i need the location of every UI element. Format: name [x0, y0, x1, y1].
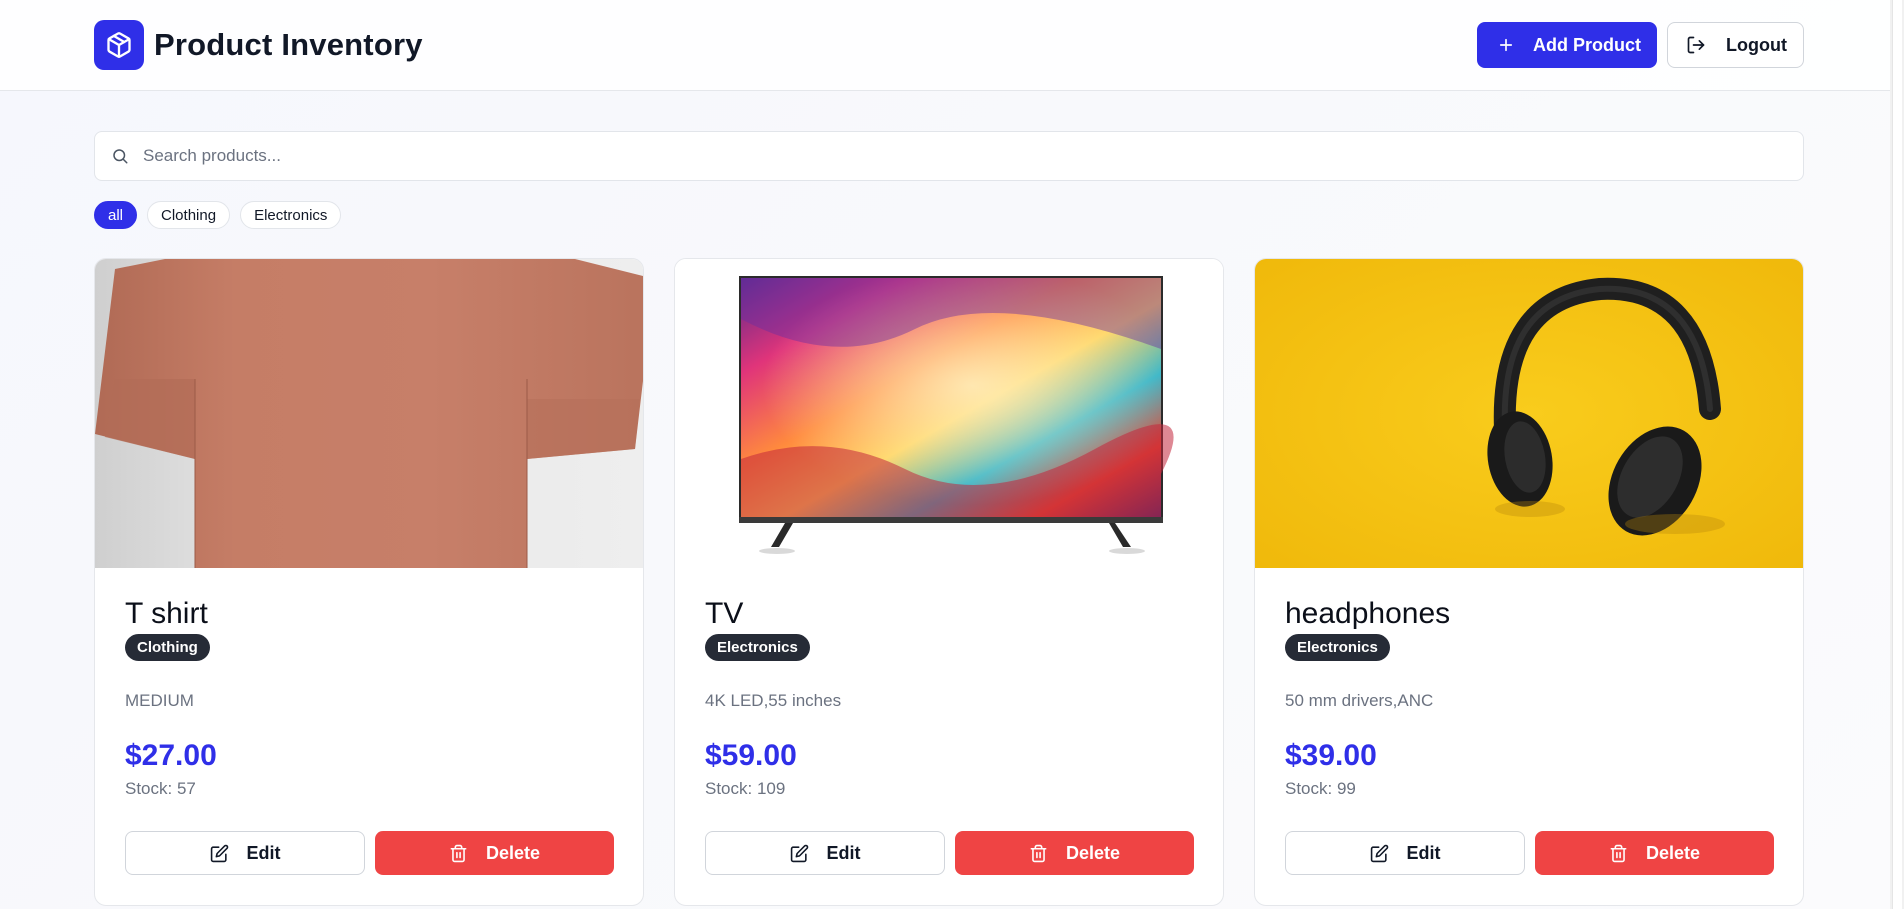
delete-label: Delete — [485, 842, 541, 863]
product-stock: Stock: 99 — [1285, 779, 1356, 798]
product-price: $39.00 — [1285, 739, 1377, 772]
header-actions: Add Product Logout — [1477, 22, 1804, 68]
product-description: MEDIUM — [125, 691, 194, 710]
vertical-scrollbar[interactable] — [1890, 0, 1904, 909]
logout-label: Logout — [1726, 34, 1787, 55]
edit-label: Edit — [246, 842, 281, 863]
edit-icon — [790, 844, 809, 863]
page: Product Inventory Add Product Logout Sea… — [0, 0, 1904, 909]
filter-chip-all[interactable]: all — [94, 201, 138, 229]
card-body: TV Electronics 4K LED,55 inches $59.00 S… — [675, 568, 1223, 799]
trash-icon — [1609, 844, 1628, 863]
product-card: TV Electronics 4K LED,55 inches $59.00 S… — [674, 258, 1224, 906]
scrollbar-thumb[interactable] — [1892, 0, 1902, 909]
product-card: headphones Electronics 50 mm drivers,ANC… — [1254, 258, 1804, 906]
plus-icon — [1497, 36, 1515, 54]
product-image — [1255, 259, 1803, 568]
product-name: TV — [705, 597, 744, 630]
logout-button[interactable]: Logout — [1667, 22, 1804, 68]
card-body: headphones Electronics 50 mm drivers,ANC… — [1255, 568, 1803, 799]
trash-icon — [1029, 844, 1048, 863]
package-icon — [94, 20, 144, 70]
product-name: headphones — [1285, 597, 1451, 630]
delete-button[interactable]: Delete — [375, 831, 614, 875]
filter-chip-clothing[interactable]: Clothing — [147, 201, 231, 229]
edit-button[interactable]: Edit — [1285, 831, 1525, 875]
product-name: T shirt — [125, 597, 208, 630]
card-body: T shirt Clothing MEDIUM $27.00 Stock: 57 — [95, 568, 643, 799]
product-image — [675, 259, 1223, 568]
app-header: Product Inventory Add Product Logout — [0, 0, 1904, 91]
product-description: 4K LED,55 inches — [705, 691, 842, 710]
product-grid: T shirt Clothing MEDIUM $27.00 Stock: 57… — [94, 258, 1804, 906]
product-card: T shirt Clothing MEDIUM $27.00 Stock: 57… — [94, 258, 644, 906]
card-actions: Edit Delete — [705, 831, 1194, 875]
search-icon — [111, 147, 129, 165]
card-actions: Edit Delete — [1285, 831, 1774, 875]
brand: Product Inventory — [94, 20, 423, 70]
delete-button[interactable]: Delete — [955, 831, 1194, 875]
edit-button[interactable]: Edit — [705, 831, 945, 875]
category-badge: Clothing — [125, 634, 210, 661]
category-badge: Electronics — [705, 634, 810, 661]
delete-button[interactable]: Delete — [1535, 831, 1774, 875]
search-bar — [94, 131, 1804, 181]
edit-label: Edit — [1406, 842, 1441, 863]
edit-button[interactable]: Edit — [125, 831, 365, 875]
delete-label: Delete — [1065, 842, 1121, 863]
add-product-label: Add Product — [1533, 34, 1642, 55]
product-stock: Stock: 57 — [125, 779, 196, 798]
edit-label: Edit — [826, 842, 861, 863]
trash-icon — [449, 844, 468, 863]
product-description: 50 mm drivers,ANC — [1285, 691, 1434, 710]
product-image — [95, 259, 643, 568]
search-input[interactable] — [143, 146, 1743, 166]
product-price: $59.00 — [705, 739, 797, 772]
product-price: $27.00 — [125, 739, 217, 772]
filter-chip-electronics[interactable]: Electronics — [240, 201, 342, 229]
category-badge: Electronics — [1285, 634, 1390, 661]
edit-icon — [1370, 844, 1389, 863]
edit-icon — [210, 844, 229, 863]
add-product-button[interactable]: Add Product — [1477, 22, 1658, 68]
card-actions: Edit Delete — [125, 831, 614, 875]
product-stock: Stock: 109 — [705, 779, 786, 798]
logout-icon — [1686, 35, 1706, 55]
delete-label: Delete — [1645, 842, 1701, 863]
category-filters: all Clothing Electronics — [94, 201, 342, 229]
page-title: Product Inventory — [154, 27, 423, 62]
